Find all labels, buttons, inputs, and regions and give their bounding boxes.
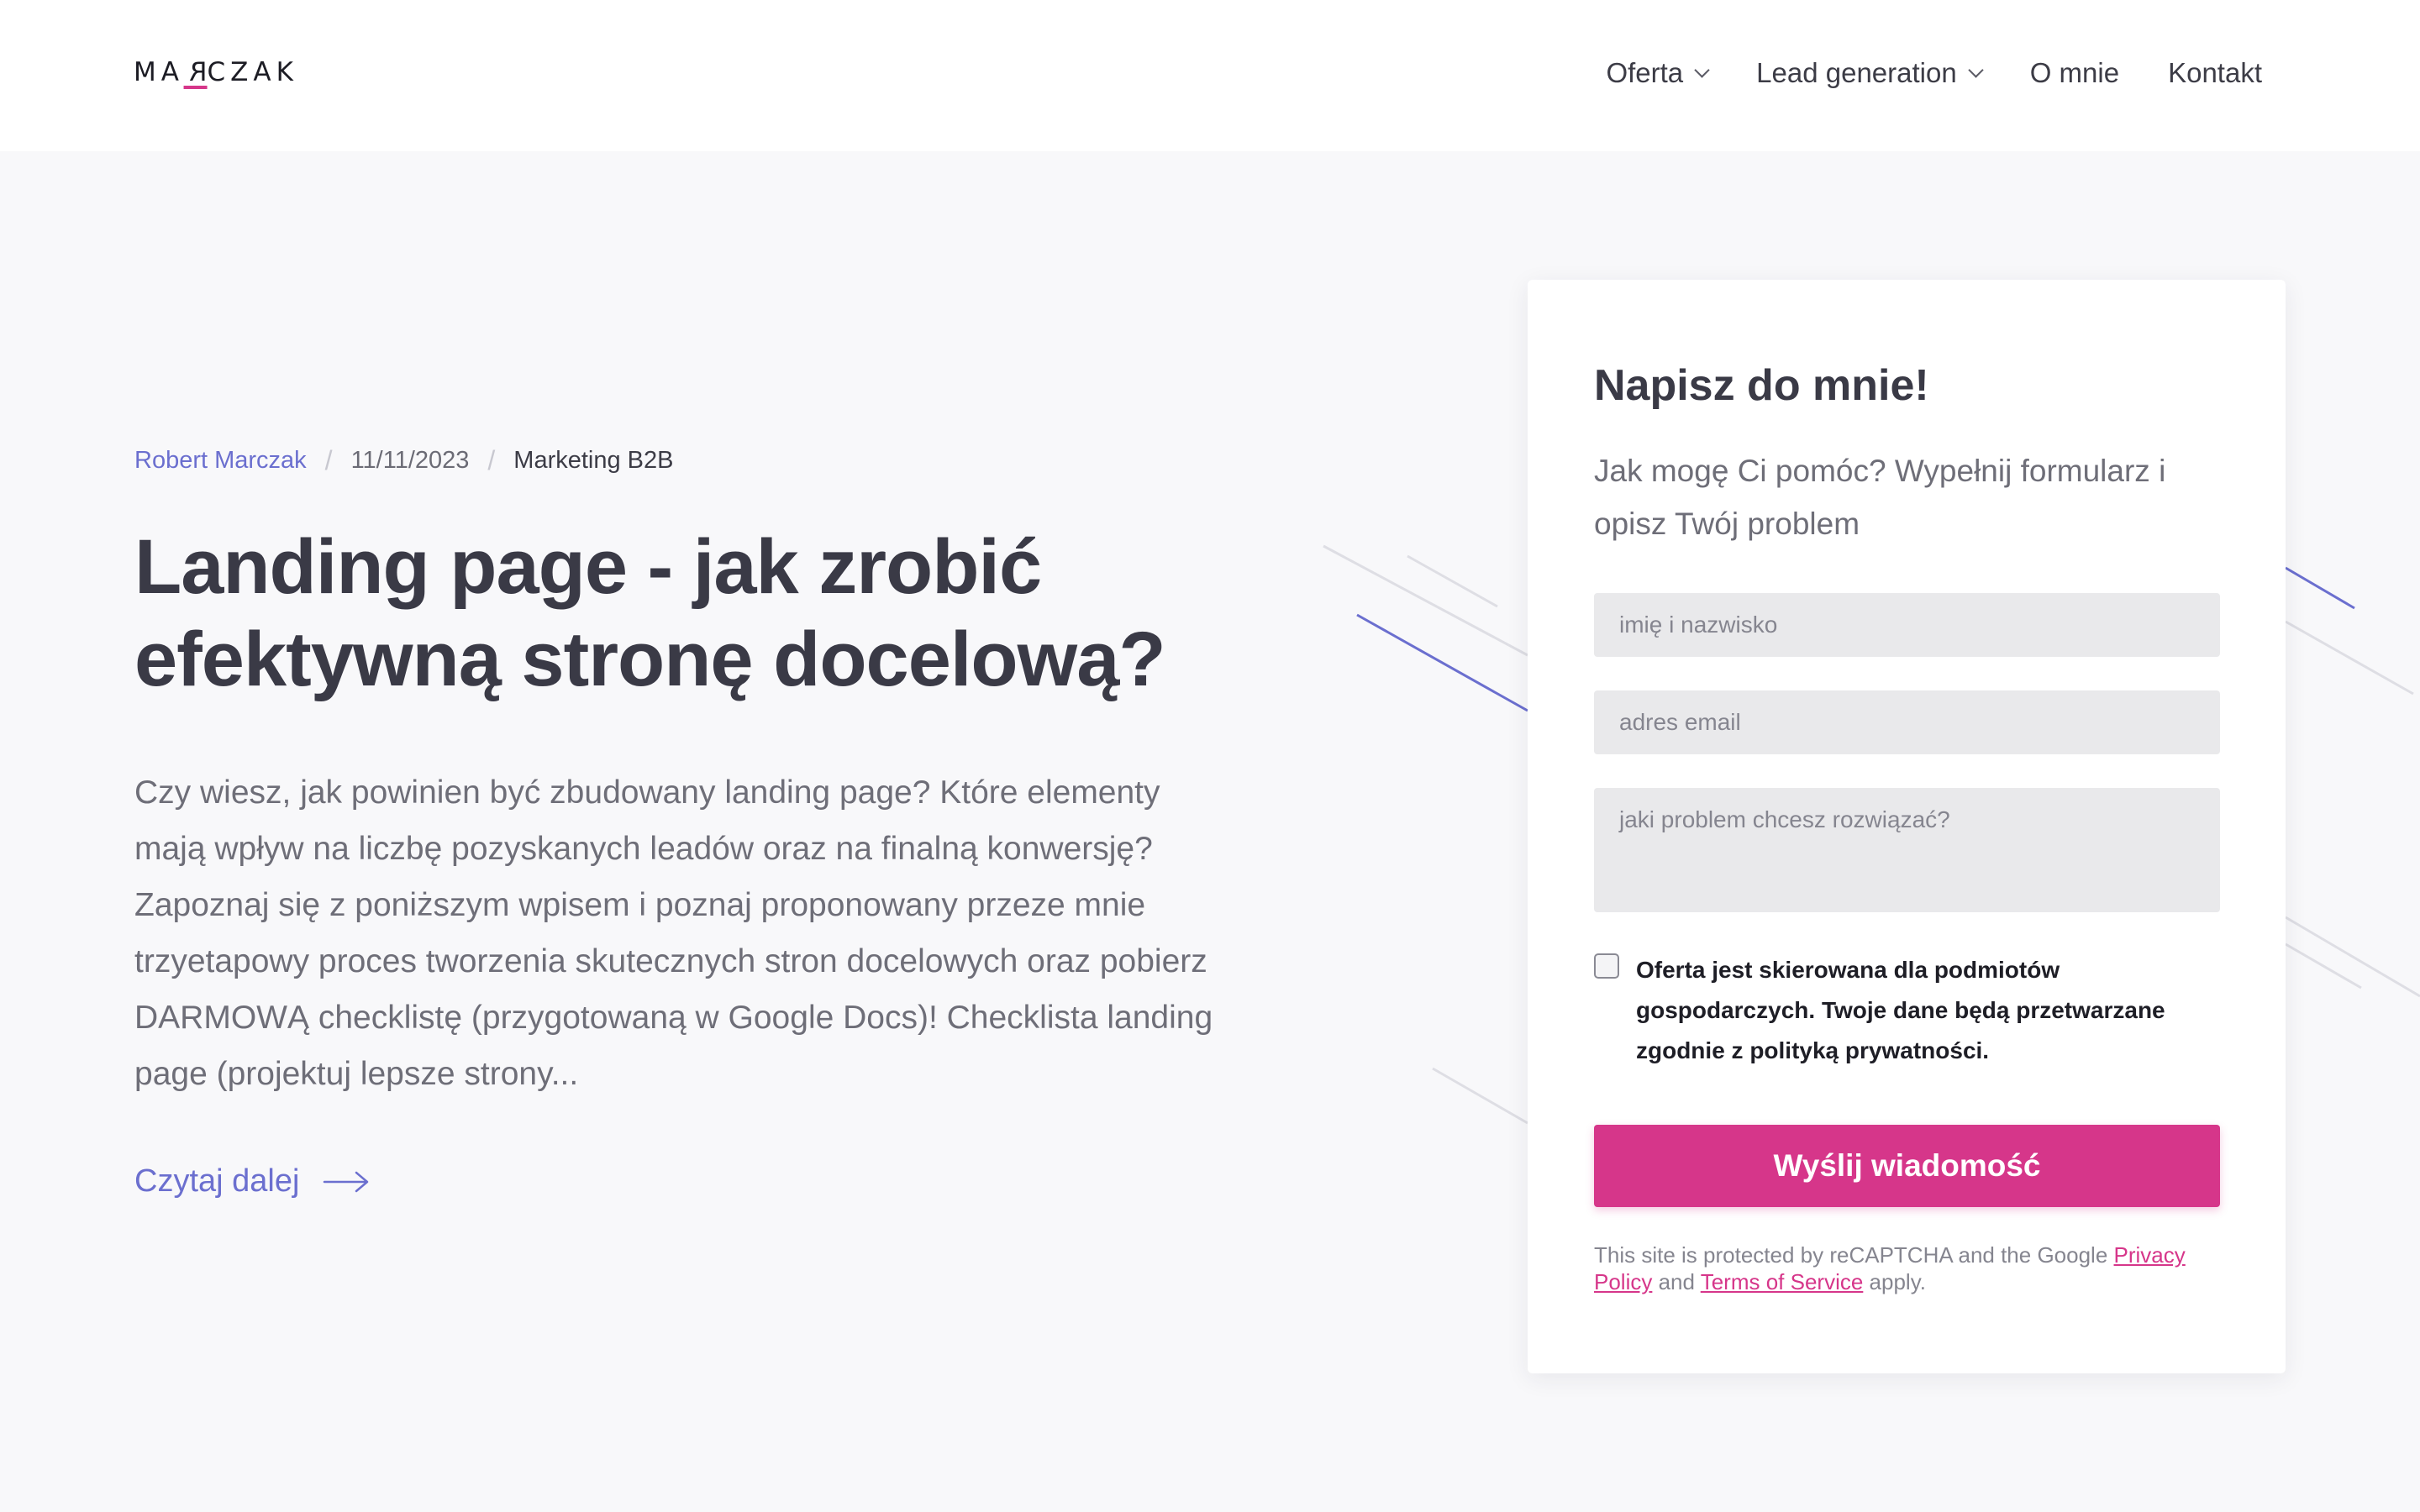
site-logo[interactable]: MARCZAK [134, 57, 298, 89]
recaptcha-text: apply. [1863, 1269, 1927, 1294]
submit-button[interactable]: Wyślij wiadomość [1594, 1125, 2220, 1207]
post-excerpt: Czy wiesz, jak powinien być zbudowany la… [134, 774, 1213, 1092]
logo-text-end: CZAK [207, 57, 298, 87]
recaptcha-text: This site is protected by reCAPTCHA and … [1594, 1242, 2114, 1268]
logo-mirrored-letter: R [183, 57, 208, 89]
site-header: MARCZAK Oferta Lead generation O mnie Ko… [0, 0, 2420, 151]
nav-item-o-mnie[interactable]: O mnie [2030, 57, 2119, 89]
terms-of-service-link[interactable]: Terms of Service [1701, 1269, 1864, 1294]
meta-separator: / [324, 445, 333, 475]
arrow-right-icon [324, 1171, 369, 1192]
post-title[interactable]: Landing page - jak zrobić efektywną stro… [134, 521, 1294, 706]
logo-text-start: MA [134, 57, 184, 87]
name-field[interactable] [1594, 593, 2220, 657]
meta-separator: / [487, 445, 496, 475]
message-field[interactable] [1594, 788, 2220, 912]
form-title: Napisz do mnie! [1594, 361, 1929, 410]
nav-item-kontakt[interactable]: Kontakt [2168, 57, 2262, 89]
nav-item-oferta[interactable]: Oferta [1606, 57, 1710, 89]
chevron-down-icon [1968, 61, 1984, 78]
main-nav: Oferta Lead generation O mnie Kontakt [1606, 57, 2262, 89]
post-date: 11/11/2023 [350, 447, 470, 474]
post-author-link[interactable]: Robert Marczak [134, 447, 307, 475]
consent-label: Oferta jest skierowana dla podmiotów gos… [1636, 957, 2165, 1063]
consent-checkbox[interactable] [1594, 953, 1619, 979]
recaptcha-notice: This site is protected by reCAPTCHA and … [1594, 1242, 2233, 1295]
post-meta: Robert Marczak / 11/11/2023 / Marketing … [134, 445, 674, 476]
nav-item-lead-generation[interactable]: Lead generation [1756, 57, 1984, 89]
nav-item-label: Oferta [1606, 57, 1684, 88]
contact-form-card: Napisz do mnie! Jak mogę Ci pomóc? Wypeł… [1528, 280, 2286, 1373]
nav-item-label: Lead generation [1756, 57, 1957, 88]
read-more-link[interactable]: Czytaj dalej [134, 1163, 370, 1200]
nav-item-label: Kontakt [2168, 57, 2262, 88]
chevron-down-icon [1694, 61, 1710, 78]
recaptcha-text: and [1652, 1269, 1701, 1294]
email-field[interactable] [1594, 690, 2220, 754]
nav-item-label: O mnie [2029, 57, 2120, 88]
form-subtitle: Jak mogę Ci pomóc? Wypełnij formularz i … [1594, 454, 2166, 541]
post-category-link[interactable]: Marketing B2B [513, 447, 673, 475]
read-more-label: Czytaj dalej [134, 1163, 300, 1199]
